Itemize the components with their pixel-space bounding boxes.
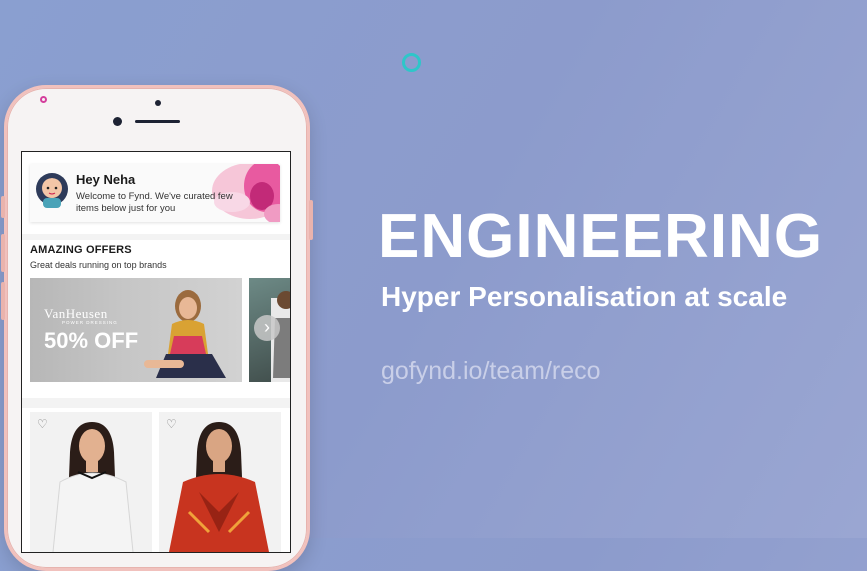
chevron-right-icon: › (264, 317, 270, 337)
phone-speaker (135, 120, 180, 123)
phone-volume-up (1, 234, 5, 272)
avatar (36, 173, 68, 208)
hero-subtitle: Hyper Personalisation at scale (381, 281, 788, 312)
offer-banner-vanheusen[interactable]: VanHeusen POWER DRESSING 50% OFF (30, 278, 242, 382)
product-image (30, 412, 152, 552)
offers-subtitle: Great deals running on top brands (30, 260, 167, 270)
greeting-title: Hey Neha (76, 172, 136, 187)
phone-mute-switch (1, 196, 5, 218)
hero-url-link[interactable]: gofynd.io/team/reco (381, 357, 601, 386)
phone-power-button (309, 200, 313, 240)
section-divider (22, 234, 290, 240)
hero-title: ENGINEERING (378, 202, 824, 271)
heart-icon[interactable]: ♡ (37, 417, 48, 431)
product-image (159, 412, 281, 552)
heart-icon[interactable]: ♡ (166, 417, 177, 431)
section-divider (22, 398, 290, 408)
product-card[interactable]: ♡ (30, 412, 152, 552)
decorative-ring-icon (402, 53, 421, 72)
phone-sensor-dot (40, 96, 47, 103)
carousel-next-button[interactable]: › (254, 315, 280, 341)
offer-discount: 50% OFF (44, 328, 139, 353)
app-screen: Hey Neha Welcome to Fynd. We've curated … (21, 151, 291, 553)
brand-tagline: POWER DRESSING (62, 320, 118, 325)
phone-volume-down (1, 282, 5, 320)
greeting-message: Welcome to Fynd. We've curated few items… (76, 191, 233, 214)
product-card[interactable]: ♡ (159, 412, 281, 552)
model-image (144, 290, 226, 378)
phone-front-camera (113, 117, 122, 126)
greeting-card: Hey Neha Welcome to Fynd. We've curated … (30, 164, 280, 222)
offers-title: AMAZING OFFERS (30, 244, 132, 256)
phone-proximity-sensor (155, 100, 161, 106)
